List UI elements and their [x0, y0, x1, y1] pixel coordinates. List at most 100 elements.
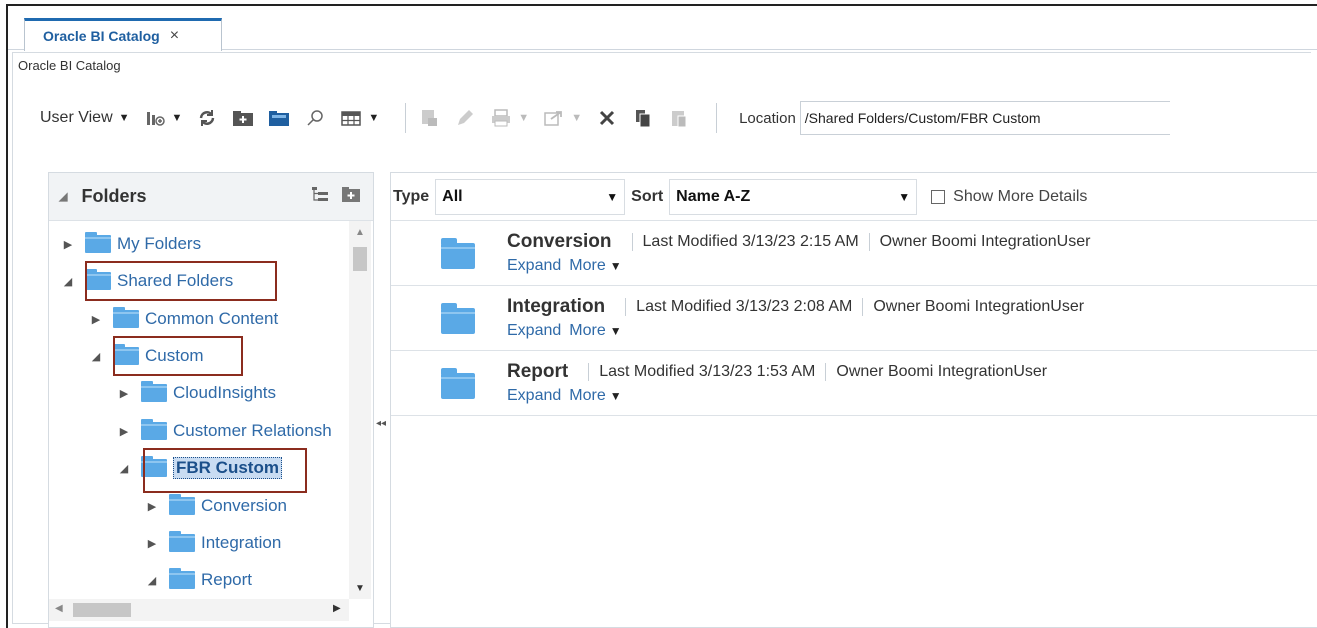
expand-arrow-icon[interactable]: ▶	[87, 313, 105, 326]
copy-icon	[632, 107, 654, 129]
tree-item-label: Integration	[201, 533, 282, 552]
new-folder-icon[interactable]	[341, 185, 361, 208]
divider	[625, 298, 627, 316]
paste-button[interactable]	[668, 107, 690, 129]
folder-icon	[169, 568, 195, 589]
scroll-down-icon[interactable]: ▼	[355, 583, 365, 594]
export-menu-button[interactable]: ▼	[543, 107, 582, 129]
new-item-icon	[144, 107, 166, 129]
expand-tree-icon[interactable]	[311, 185, 329, 208]
expand-arrow-icon[interactable]: ▶	[143, 500, 161, 513]
folder-icon	[169, 494, 195, 515]
chevron-down-icon: ▼	[368, 112, 380, 124]
toolbar-divider	[716, 103, 718, 133]
tab-bar: Oracle BI Catalog ×	[8, 6, 1317, 51]
chevron-down-icon[interactable]: ▼	[610, 389, 622, 403]
filter-bar: Type All ▼ Sort Name A-Z ▼ Show More Detai…	[391, 173, 1317, 221]
toolbar: User View ▼ ▼ ▼ ▼ ▼ Location /Shared Fold…	[40, 98, 1311, 138]
properties-button[interactable]	[418, 107, 440, 129]
item-owner: Owner Boomi IntegrationUser	[873, 298, 1085, 315]
scroll-up-icon[interactable]: ▲	[355, 227, 365, 238]
type-label: Type	[393, 187, 430, 205]
expand-arrow-icon[interactable]: ▶	[143, 537, 161, 550]
breadcrumb: Oracle BI Catalog	[18, 58, 121, 73]
folder-icon	[141, 381, 167, 402]
folder-icon	[441, 368, 475, 399]
item-modified: Last Modified 3/13/23 2:15 AM	[642, 233, 859, 250]
tab-oracle-bi-catalog[interactable]: Oracle BI Catalog ×	[24, 18, 222, 51]
type-select[interactable]: All ▼	[435, 178, 626, 215]
close-icon[interactable]: ×	[170, 27, 179, 45]
scrollbar-thumb[interactable]	[73, 603, 131, 617]
tree-vertical-scrollbar[interactable]: ▲ ▼	[349, 221, 371, 599]
tree-horizontal-scrollbar[interactable]: ◀ ▶	[49, 599, 349, 621]
tree-item-integration[interactable]: ▶ Integration	[143, 528, 281, 558]
list-item: Report Last Modified 3/13/23 1:53 AM Own…	[391, 351, 1317, 416]
chevron-down-icon: ▼	[171, 112, 183, 124]
edit-button[interactable]	[454, 107, 476, 129]
folder-icon	[441, 303, 475, 334]
view-menu-button[interactable]: ▼	[340, 107, 379, 129]
more-link[interactable]: More	[569, 322, 605, 340]
highlight-box	[113, 336, 243, 376]
panel-splitter-collapse-icon[interactable]: ◂◂	[376, 418, 386, 432]
show-more-details-checkbox[interactable]	[931, 189, 946, 204]
tree-item-customer-relationship[interactable]: ▶ Customer Relationsh	[115, 416, 332, 446]
chevron-down-icon[interactable]: ▼	[610, 324, 622, 338]
copy-button[interactable]	[632, 107, 654, 129]
print-icon	[490, 107, 512, 129]
scroll-right-icon[interactable]: ▶	[333, 603, 341, 614]
new-folder-icon	[232, 107, 254, 129]
new-menu-button[interactable]: ▼	[144, 107, 183, 129]
collapse-arrow-icon[interactable]: ◢	[87, 350, 105, 363]
search-button[interactable]	[304, 107, 326, 129]
print-menu-button[interactable]: ▼	[490, 107, 529, 129]
expand-arrow-icon[interactable]: ▶	[115, 425, 133, 438]
folder-icon	[113, 307, 139, 328]
scrollbar-thumb[interactable]	[353, 247, 367, 271]
item-modified: Last Modified 3/13/23 1:53 AM	[599, 363, 816, 380]
delete-button[interactable]	[596, 107, 618, 129]
user-view-menu[interactable]: User View ▼	[40, 109, 130, 127]
highlight-box	[143, 448, 307, 493]
new-folder-button[interactable]	[232, 107, 254, 129]
expand-link[interactable]: Expand	[507, 322, 561, 340]
more-link[interactable]: More	[569, 257, 605, 275]
tree-item-label: My Folders	[117, 234, 202, 253]
expand-link[interactable]: Expand	[507, 257, 561, 275]
expand-arrow-icon[interactable]: ▶	[115, 387, 133, 400]
chevron-down-icon[interactable]: ▼	[610, 259, 622, 273]
tree-item-cloudinsights[interactable]: ▶ CloudInsights	[115, 378, 276, 408]
tree-item-label: Customer Relationsh	[173, 421, 332, 440]
expand-arrow-icon[interactable]: ▶	[59, 238, 77, 251]
sort-select[interactable]: Name A-Z ▼	[669, 178, 918, 215]
type-value: All	[442, 187, 463, 205]
divider	[631, 233, 633, 251]
paste-icon	[668, 107, 690, 129]
refresh-button[interactable]	[196, 107, 218, 129]
tree-item-label: Conversion	[201, 496, 287, 515]
collapse-arrow-icon[interactable]: ◢	[143, 574, 161, 587]
tree-item-my-folders[interactable]: ▶ My Folders	[59, 229, 201, 259]
tree-item-report[interactable]: ◢ Report	[143, 565, 252, 595]
tab-title: Oracle BI Catalog	[43, 28, 160, 44]
collapse-arrow-icon[interactable]: ◢	[115, 462, 133, 475]
tree-item-common-content[interactable]: ▶ Common Content	[87, 304, 278, 334]
item-name: Conversion	[507, 231, 612, 252]
catalog-list-panel: Type All ▼ Sort Name A-Z ▼ Show More Detai…	[390, 172, 1317, 628]
folder-icon	[85, 232, 111, 253]
location-input[interactable]: /Shared Folders/Custom/FBR Custom	[799, 101, 1170, 135]
item-owner: Owner Boomi IntegrationUser	[879, 233, 1091, 250]
collapse-triangle-icon[interactable]: ◢	[59, 190, 67, 203]
folder-tree: ▶ My Folders ◢ Shared Folders ▶ Common Cont…	[49, 221, 349, 599]
tree-item-conversion[interactable]: ▶ Conversion	[143, 491, 287, 521]
expand-link[interactable]: Expand	[507, 387, 561, 405]
search-icon	[304, 107, 326, 129]
open-folder-button[interactable]	[268, 107, 290, 129]
item-modified: Last Modified 3/13/23 2:08 AM	[636, 298, 853, 315]
item-name: Report	[507, 361, 569, 382]
user-view-label: User View	[40, 109, 113, 126]
scroll-left-icon[interactable]: ◀	[55, 603, 63, 614]
collapse-arrow-icon[interactable]: ◢	[59, 275, 77, 288]
more-link[interactable]: More	[569, 387, 605, 405]
